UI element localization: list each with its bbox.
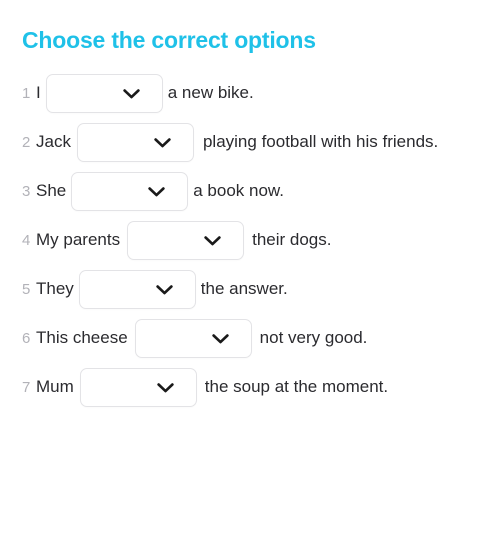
question-number: 2 xyxy=(22,134,31,151)
question-number: 3 xyxy=(22,183,31,200)
list-item: 2 Jack playing football with his friends. xyxy=(0,122,500,163)
answer-select-5[interactable] xyxy=(78,270,196,310)
question-number: 6 xyxy=(22,330,31,347)
answer-select-4[interactable] xyxy=(127,221,245,261)
list-item: 3 She a book now. xyxy=(0,171,500,212)
list-item: 5 They the answer. xyxy=(0,269,500,310)
question-text-after: the answer. xyxy=(200,279,288,298)
chevron-down-icon xyxy=(154,137,171,148)
question-number: 5 xyxy=(22,281,31,298)
question-list: 1Ia new bike. 2 Jack playing football with… xyxy=(0,55,500,408)
question-text-before: This cheese xyxy=(36,328,128,347)
question-text-after: not very good. xyxy=(259,328,368,347)
page-title: Choose the correct options xyxy=(22,27,316,53)
question-number: 1 xyxy=(22,85,31,102)
chevron-down-icon xyxy=(204,235,221,246)
list-item: 4 My parents their dogs. xyxy=(0,220,500,261)
answer-select-7[interactable] xyxy=(79,368,197,408)
list-item: 7 Mum the soup at the moment. xyxy=(0,367,500,408)
question-text-after: the soup at the moment. xyxy=(204,377,389,396)
question-text-after: a book now. xyxy=(193,181,284,200)
list-item: 6 This cheese not very good. xyxy=(0,318,500,359)
worksheet-container: Choose the correct options 1Ia new bike.… xyxy=(0,0,500,542)
answer-select-2[interactable] xyxy=(76,123,194,163)
chevron-down-icon xyxy=(156,284,173,295)
chevron-down-icon xyxy=(123,88,140,99)
list-item: 1Ia new bike. xyxy=(0,73,500,114)
question-number: 4 xyxy=(22,232,31,249)
answer-select-6[interactable] xyxy=(134,319,252,359)
question-text-after: a new bike. xyxy=(167,83,254,102)
question-text-before: My parents xyxy=(36,230,121,249)
answer-select-3[interactable] xyxy=(71,172,189,212)
question-text-before: Mum xyxy=(36,377,74,396)
question-text-before: They xyxy=(36,279,74,298)
question-text-before: She xyxy=(36,181,67,200)
question-text-before: Jack xyxy=(36,132,71,151)
question-number: 7 xyxy=(22,379,31,396)
chevron-down-icon xyxy=(157,382,174,393)
question-text-after: their dogs. xyxy=(252,230,332,249)
question-text-after: playing football with his friends. xyxy=(202,132,439,151)
chevron-down-icon xyxy=(211,333,229,344)
chevron-down-icon xyxy=(148,186,165,197)
answer-select-1[interactable] xyxy=(45,74,163,114)
question-text-before: I xyxy=(36,83,41,102)
